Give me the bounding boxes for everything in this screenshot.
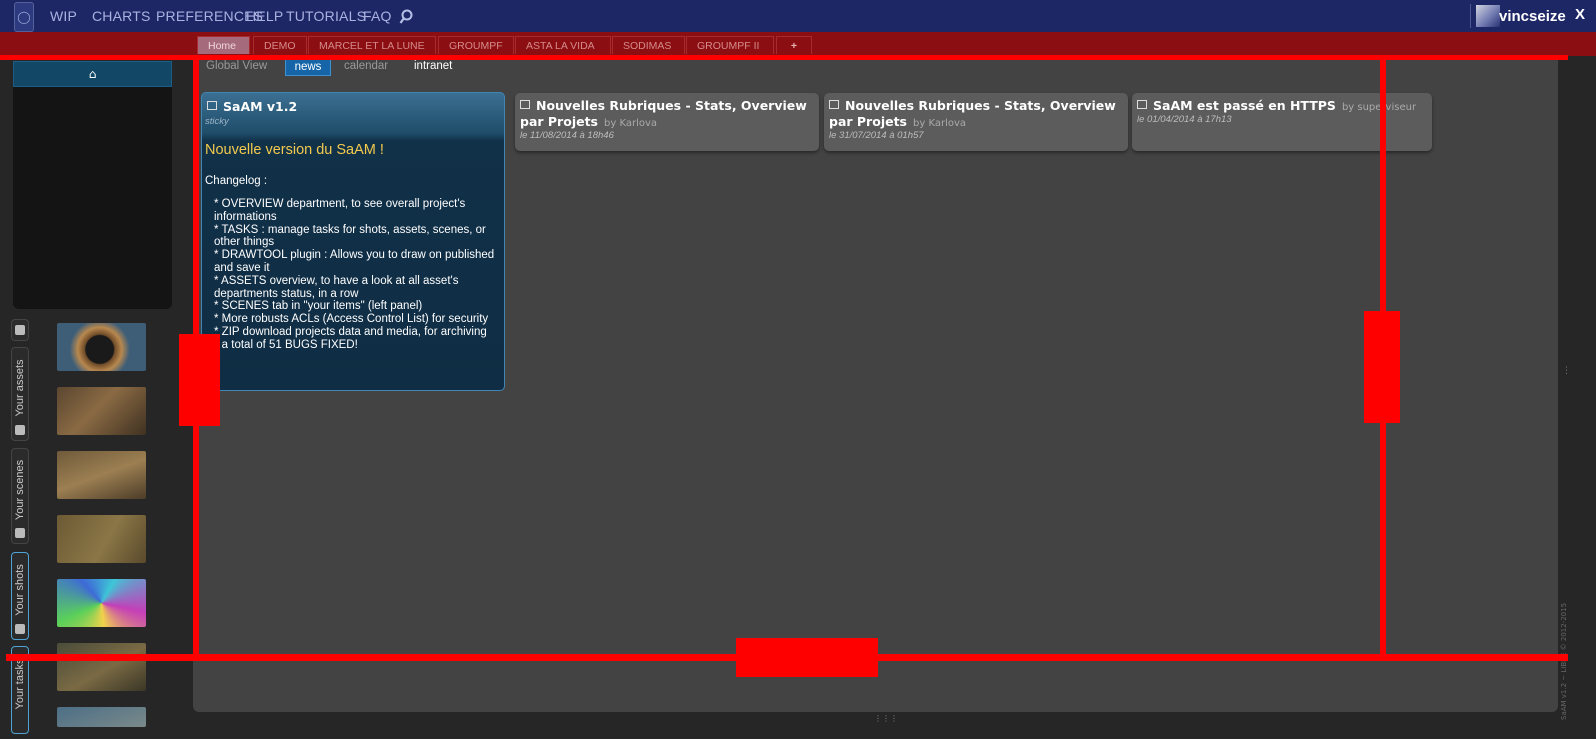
changelog-item: * ZIP download projects data and media, … — [214, 325, 487, 338]
changelog-title: Changelog : — [205, 175, 268, 187]
tab-your-assets[interactable]: Your assets — [11, 347, 29, 441]
nav-help[interactable]: HELP — [246, 8, 283, 24]
open-window-icon — [1137, 100, 1147, 109]
news-title-text: SaAM est passé en HTTPS — [1153, 98, 1336, 113]
add-project-button[interactable]: + — [776, 36, 812, 54]
tab-groumpf[interactable]: GROUMPF — [438, 36, 514, 54]
shot-thumbnail[interactable] — [57, 579, 146, 627]
news-title-text: Nouvelles Rubriques - Stats, Overview pa… — [520, 98, 807, 129]
news-title-text: Nouvelles Rubriques - Stats, Overview pa… — [829, 98, 1116, 129]
news-card[interactable]: Nouvelles Rubriques - Stats, Overview pa… — [515, 93, 819, 151]
tab-demo[interactable]: DEMO — [253, 36, 307, 54]
tab-label: Your assets — [14, 359, 26, 417]
nav-wip[interactable]: WIP — [50, 8, 77, 24]
sidebar-panel — [13, 87, 172, 309]
subtab-news[interactable]: news — [285, 58, 331, 76]
shot-thumbnail[interactable] — [57, 643, 146, 691]
subtab-calendar[interactable]: calendar — [344, 60, 388, 72]
tab-marcel-et-la-lune[interactable]: MARCEL ET LA LUNE — [308, 36, 436, 54]
list-icon — [15, 325, 25, 335]
shot-thumbnail[interactable] — [57, 323, 146, 371]
annotation-handle — [179, 334, 220, 426]
tab-label: Your tasks — [14, 658, 26, 710]
resize-handle[interactable]: ⋮⋮⋮ — [874, 714, 898, 723]
changelog-item: * ASSETS overview, to have a look at all… — [214, 274, 459, 300]
open-window-icon — [520, 100, 530, 109]
news-title-text: SaAM v1.2 — [223, 99, 298, 114]
news-date: le 31/07/2014 à 01h57 — [829, 130, 924, 141]
subtab-intranet[interactable]: intranet — [414, 60, 452, 72]
news-card-title[interactable]: Nouvelles Rubriques - Stats, Overview pa… — [520, 98, 810, 132]
tab-your-shots[interactable]: Your shots — [11, 552, 29, 640]
logout-button[interactable]: X — [1575, 6, 1585, 23]
asset-icon — [15, 425, 25, 435]
news-heading: Nouvelle version du SaAM ! — [205, 142, 384, 158]
tab-groumpf-ii[interactable]: GROUMPF II — [686, 36, 774, 54]
news-author: by superviseur — [1341, 102, 1417, 113]
panel-grip[interactable]: ⋮ — [1562, 366, 1571, 376]
changelog-item: * SCENES tab in "your items" (left panel… — [214, 300, 423, 313]
subtab-global-view[interactable]: Global View — [206, 60, 267, 72]
credits-text: SaAM v1.2 ~ LIBRE © 2012-2015 — [1560, 602, 1568, 720]
user-avatar-icon — [1476, 5, 1500, 27]
shot-thumbnail[interactable] — [57, 451, 146, 499]
app-logo-icon[interactable]: ◯ — [14, 2, 34, 32]
changelog-list: * OVERVIEW department, to see overall pr… — [205, 198, 497, 352]
changelog-item: * DRAWTOOL plugin : Allows you to draw o… — [214, 249, 495, 274]
changelog-item: * OVERVIEW department, to see overall pr… — [214, 198, 466, 223]
tab-label: Your scenes — [14, 459, 26, 521]
open-window-icon — [829, 100, 839, 109]
sticky-label: sticky — [205, 116, 229, 127]
shot-thumbnail[interactable] — [57, 707, 146, 727]
news-card-title[interactable]: Nouvelles Rubriques - Stats, Overview pa… — [829, 98, 1119, 132]
shot-icon — [15, 624, 25, 634]
open-window-icon — [207, 101, 217, 110]
tab-label: Your shots — [14, 564, 26, 616]
annotation-line — [0, 55, 1568, 60]
tab-home[interactable]: Home — [197, 36, 250, 54]
nav-faq[interactable]: FAQ — [363, 8, 392, 24]
changelog-item: * More robusts ACLs (Access Control List… — [214, 313, 489, 326]
news-author: by Karlova — [913, 118, 967, 129]
divider — [1470, 4, 1471, 28]
shot-thumbnail[interactable] — [57, 387, 146, 435]
link-icon — [15, 528, 25, 538]
annotation-handle — [1364, 311, 1400, 423]
tab-your-scenes[interactable]: Your scenes — [11, 448, 29, 544]
nav-tutorials[interactable]: TUTORIALS — [286, 8, 366, 24]
tab-asta-la-vida[interactable]: ASTA LA VIDA — [515, 36, 611, 54]
shot-thumbnail[interactable] — [57, 515, 146, 563]
search-icon[interactable] — [399, 9, 413, 25]
news-date: le 11/08/2014 à 18h46 — [520, 130, 614, 141]
nav-charts[interactable]: CHARTS — [92, 8, 151, 24]
annotation-handle — [736, 638, 878, 677]
tab-sodimas[interactable]: SODIMAS — [612, 36, 685, 54]
home-icon[interactable]: ⌂ — [13, 61, 172, 87]
changelog-item: * a total of 51 BUGS FIXED! — [214, 338, 358, 351]
news-card[interactable]: Nouvelles Rubriques - Stats, Overview pa… — [824, 93, 1128, 151]
news-author: by Karlova — [604, 118, 658, 129]
news-date: le 01/04/2014 à 17h13 — [1137, 114, 1232, 125]
news-card[interactable]: SaAM est passé en HTTPS by superviseur le… — [1132, 93, 1432, 151]
username[interactable]: vincseize — [1499, 8, 1566, 25]
changelog-item: * TASKS : manage tasks for shots, assets… — [214, 223, 486, 249]
list-view-toggle[interactable] — [11, 319, 29, 341]
news-card-title[interactable]: SaAM v1.2 — [207, 99, 297, 115]
